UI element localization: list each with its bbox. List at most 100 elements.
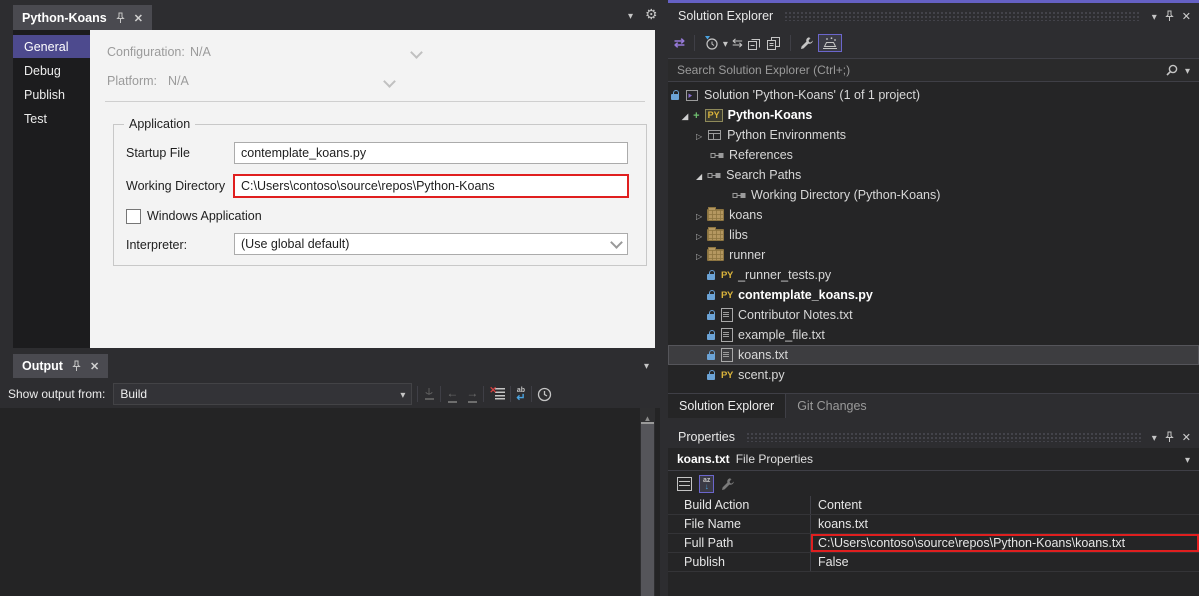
tree-item-search-paths[interactable]: Search Paths <box>668 165 1199 185</box>
added-status-icon <box>693 108 699 122</box>
windows-application-checkbox[interactable] <box>126 209 141 224</box>
nav-item-general[interactable]: General <box>13 35 97 58</box>
tree-item-project[interactable]: PY Python-Koans <box>668 105 1199 125</box>
drag-handle[interactable] <box>784 10 1141 21</box>
properties-wrench-icon[interactable] <box>800 36 814 50</box>
collapse-all-icon[interactable] <box>747 36 762 51</box>
property-row-file-name[interactable]: File Name koans.txt <box>668 515 1199 534</box>
word-wrap-icon[interactable]: ab <box>516 387 525 402</box>
tab-list-dropdown-icon[interactable] <box>628 8 633 22</box>
tree-item-koans-txt[interactable]: koans.txt <box>668 345 1199 365</box>
window-position-dropdown-icon[interactable] <box>1152 9 1157 23</box>
panel-title: Properties <box>678 429 735 444</box>
clock-icon[interactable] <box>537 387 552 402</box>
lock-icon <box>707 349 716 361</box>
search-icon[interactable] <box>1165 63 1179 77</box>
folder-icon <box>707 227 725 241</box>
pin-icon[interactable] <box>71 360 82 372</box>
pin-icon[interactable] <box>1164 431 1175 443</box>
solution-icon <box>686 89 698 101</box>
search-paths-icon <box>707 172 721 178</box>
search-path-icon <box>732 192 746 198</box>
output-scrollbar[interactable] <box>640 408 655 596</box>
tree-item-folder-runner[interactable]: runner <box>668 245 1199 265</box>
startup-file-input[interactable]: contemplate_koans.py <box>234 142 628 164</box>
clear-all-icon[interactable]: ✕ <box>489 385 506 400</box>
property-row-publish[interactable]: Publish False <box>668 553 1199 572</box>
lock-icon <box>671 89 680 101</box>
tab-solution-explorer[interactable]: Solution Explorer <box>668 394 787 418</box>
references-icon <box>710 152 724 158</box>
next-message-icon <box>466 386 478 403</box>
nav-item-test[interactable]: Test <box>13 107 90 130</box>
tree-item-scent[interactable]: PY scent.py <box>668 365 1199 385</box>
pending-changes-filter-icon[interactable] <box>704 36 719 50</box>
tree-item-folder-koans[interactable]: koans <box>668 205 1199 225</box>
nav-item-publish[interactable]: Publish <box>13 83 90 106</box>
nav-item-debug[interactable]: Debug <box>13 59 90 82</box>
tab-title: Python-Koans <box>22 10 107 25</box>
configuration-dropdown-icon <box>410 46 423 59</box>
switch-views-icon[interactable] <box>674 35 685 51</box>
output-content[interactable] <box>0 408 660 596</box>
lock-icon <box>707 289 716 301</box>
collapsed-icon[interactable] <box>696 128 702 142</box>
dropdown-icon <box>400 387 405 401</box>
selected-object-combobox[interactable]: koans.txt File Properties <box>668 448 1199 471</box>
tree-item-folder-libs[interactable]: libs <box>668 225 1199 245</box>
window-position-dropdown-icon[interactable] <box>1152 430 1157 444</box>
categorized-icon[interactable] <box>677 476 692 491</box>
configuration-value: N/A <box>190 45 211 59</box>
pin-icon[interactable] <box>1164 10 1175 22</box>
properties-header: Properties <box>668 425 1199 448</box>
close-icon[interactable] <box>1182 9 1191 23</box>
python-project-icon: PY <box>704 108 723 122</box>
search-options-dropdown-icon[interactable] <box>1185 63 1190 77</box>
tree-item-runner-tests[interactable]: PY _runner_tests.py <box>668 265 1199 285</box>
object-kind: File Properties <box>735 452 814 466</box>
expanded-icon[interactable] <box>696 168 702 182</box>
output-source-select[interactable]: Build <box>113 383 413 405</box>
collapsed-icon[interactable] <box>696 248 702 262</box>
sync-with-active-document-icon[interactable] <box>732 35 743 51</box>
property-row-build-action[interactable]: Build Action Content <box>668 496 1199 515</box>
tab-python-koans[interactable]: Python-Koans <box>13 5 152 30</box>
scrollbar-thumb[interactable] <box>641 422 654 596</box>
close-icon[interactable] <box>1182 430 1191 444</box>
tree-item-example-file[interactable]: example_file.txt <box>668 325 1199 345</box>
solution-tree: Solution 'Python-Koans' (1 of 1 project)… <box>668 82 1199 385</box>
show-all-files-icon[interactable] <box>817 34 842 52</box>
property-pages-wrench-icon[interactable] <box>721 477 735 491</box>
tree-item-contemplate-koans[interactable]: PY contemplate_koans.py <box>668 285 1199 305</box>
working-directory-input[interactable]: C:\Users\contoso\source\repos\Python-Koa… <box>233 174 629 198</box>
collapsed-icon[interactable] <box>696 208 702 222</box>
pin-icon[interactable] <box>115 12 126 24</box>
property-row-full-path[interactable]: Full Path C:\Users\contoso\source\repos\… <box>668 534 1199 553</box>
text-file-icon <box>721 328 733 342</box>
tab-git-changes[interactable]: Git Changes <box>786 394 877 418</box>
drag-handle[interactable] <box>745 431 1141 442</box>
tree-item-references[interactable]: References <box>668 145 1199 165</box>
expanded-icon[interactable] <box>682 108 688 122</box>
output-window-dropdown-icon[interactable] <box>644 358 649 372</box>
visual-studio-window: Python-Koans General Debug Publish Test … <box>0 0 1199 596</box>
tree-item-solution[interactable]: Solution 'Python-Koans' (1 of 1 project) <box>668 85 1199 105</box>
solution-explorer-header: Solution Explorer <box>668 3 1199 28</box>
alphabetical-sort-icon[interactable]: az ↓ <box>699 474 715 493</box>
close-icon[interactable] <box>134 11 143 25</box>
filter-dropdown-icon[interactable] <box>723 36 728 50</box>
python-file-icon: PY <box>721 369 734 381</box>
preview-selected-items-icon[interactable] <box>766 36 781 51</box>
platform-label: Platform: <box>107 74 158 88</box>
tree-item-contributor-notes[interactable]: Contributor Notes.txt <box>668 305 1199 325</box>
close-icon[interactable] <box>90 359 99 373</box>
interpreter-select[interactable]: (Use global default) <box>234 233 628 255</box>
application-group-title: Application <box>124 117 196 131</box>
collapsed-icon[interactable] <box>696 228 702 242</box>
tree-item-working-directory[interactable]: Working Directory (Python-Koans) <box>668 185 1199 205</box>
tab-output[interactable]: Output <box>13 354 109 378</box>
search-input[interactable]: Search Solution Explorer (Ctrl+;) <box>668 58 1199 82</box>
gear-icon[interactable] <box>645 6 658 23</box>
tree-item-python-environments[interactable]: Python Environments <box>668 125 1199 145</box>
divider <box>105 101 645 102</box>
